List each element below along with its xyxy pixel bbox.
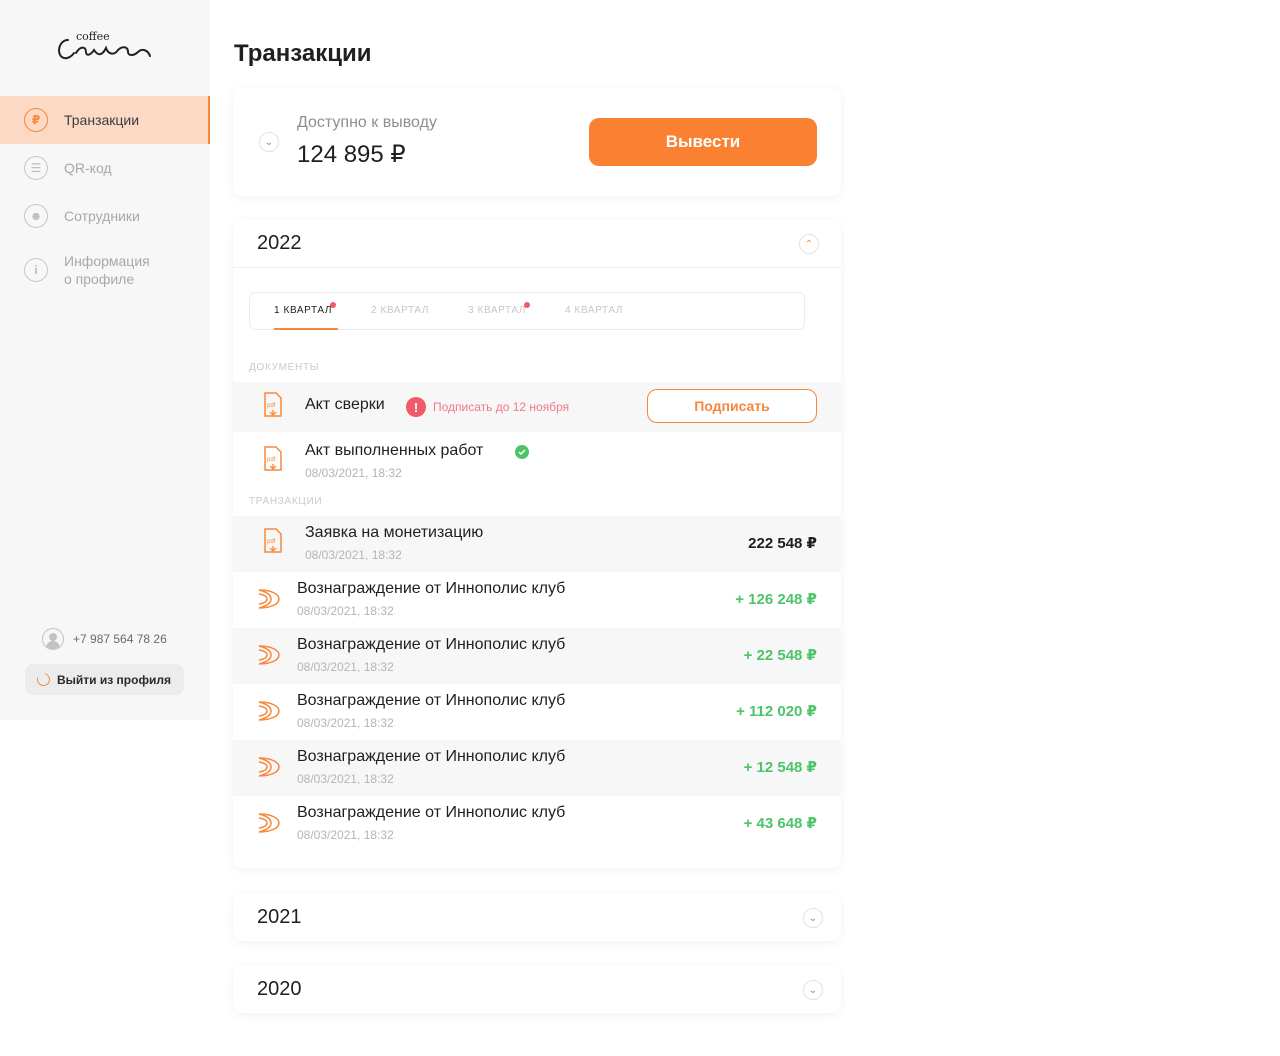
sidebar-nav: ₽ Транзакции ☰ QR-код ☻ Сотрудники i Инф… — [0, 96, 210, 300]
transaction-amount: 222 548 ₽ — [748, 535, 817, 552]
quarter-tabs: 1 КВАРТАЛ 2 КВАРТАЛ 3 КВАРТАЛ 4 КВАРТАЛ — [249, 292, 805, 330]
svg-text:pdf: pdf — [267, 539, 276, 545]
reward-logo-icon — [258, 589, 280, 609]
brand-logo[interactable]: coffee — [54, 28, 158, 64]
pdf-file-icon: pdf — [264, 446, 282, 471]
tab-quarter-2[interactable]: 2 КВАРТАЛ — [371, 305, 429, 316]
document-row[interactable]: pdf Акт выполненных работ 08/03/2021, 18… — [233, 432, 841, 488]
transaction-date: 08/03/2021, 18:32 — [297, 660, 394, 674]
tab-label: 3 КВАРТАЛ — [468, 305, 527, 316]
transaction-title: Вознаграждение от Иннополис клуб — [297, 636, 566, 653]
transaction-date: 08/03/2021, 18:32 — [297, 716, 394, 730]
transaction-row[interactable]: Вознаграждение от Иннополис клуб 08/03/2… — [233, 572, 841, 628]
tab-quarter-3[interactable]: 3 КВАРТАЛ — [468, 302, 531, 316]
year-label: 2022 — [257, 232, 302, 254]
tab-label: 2 КВАРТАЛ — [371, 305, 430, 316]
active-tab-indicator — [274, 328, 338, 330]
transaction-row[interactable]: Вознаграждение от Иннополис клуб 08/03/2… — [233, 740, 841, 796]
withdraw-button[interactable]: Вывести — [589, 118, 817, 166]
alert-dot-icon — [330, 302, 337, 308]
logout-button[interactable]: Выйти из профиля — [25, 664, 184, 695]
sidebar-item-label: Сотрудники — [64, 208, 140, 224]
tab-quarter-1[interactable]: 1 КВАРТАЛ — [274, 302, 337, 316]
svg-text:pdf: pdf — [267, 457, 276, 463]
transaction-row[interactable]: Вознаграждение от Иннополис клуб 08/03/2… — [233, 628, 841, 684]
sidebar-item-profile-info[interactable]: i Информация о профиле — [0, 240, 210, 300]
documents-section-label: ДОКУМЕНТЫ — [249, 362, 320, 373]
year-card-2020[interactable]: 2020 ⌄ — [233, 965, 841, 1013]
sidebar-item-label-line1: Информация — [64, 253, 150, 269]
warning-icon: ! — [406, 397, 426, 417]
tab-label: 1 КВАРТАЛ — [274, 305, 333, 316]
balance-amount: 124 895 ₽ — [297, 141, 406, 168]
sidebar-item-label: Транзакции — [64, 112, 140, 128]
phone-number: +7 987 564 78 26 — [73, 632, 167, 646]
transaction-row[interactable]: Вознаграждение от Иннополис клуб 08/03/2… — [233, 796, 841, 852]
sidebar-item-transactions[interactable]: ₽ Транзакции — [0, 96, 210, 144]
info-icon: i — [24, 258, 48, 282]
reward-logo-icon — [258, 813, 280, 833]
pdf-file-icon: pdf — [264, 528, 282, 553]
qr-icon: ☰ — [24, 156, 48, 180]
transaction-amount: + 126 248 ₽ — [735, 591, 817, 608]
year-header[interactable]: 2022 ⌃ — [233, 220, 841, 268]
sidebar-item-label: QR-код — [64, 160, 112, 176]
transaction-amount: + 112 020 ₽ — [736, 703, 817, 720]
sign-button[interactable]: Подписать — [647, 389, 817, 423]
sidebar-item-label-line2: о профиле — [64, 271, 135, 287]
sidebar-item-label: Информация о профиле — [64, 252, 150, 288]
cava-script-icon — [58, 39, 151, 60]
logout-icon — [34, 670, 53, 689]
transaction-amount: + 12 548 ₽ — [743, 759, 817, 776]
chevron-up-icon[interactable]: ⌃ — [799, 234, 819, 254]
transactions-section-label: ТРАНЗАКЦИИ — [249, 496, 323, 507]
year-label: 2020 — [257, 978, 302, 1000]
page-title: Транзакции — [234, 40, 372, 67]
chevron-down-icon[interactable]: ⌄ — [803, 980, 823, 1000]
transaction-date: 08/03/2021, 18:32 — [297, 772, 394, 786]
reward-logo-icon — [258, 701, 280, 721]
year-label: 2021 — [257, 906, 302, 928]
svg-text:pdf: pdf — [267, 403, 276, 409]
transaction-row[interactable]: pdf Заявка на монетизацию 08/03/2021, 18… — [233, 516, 841, 572]
chevron-down-icon[interactable]: ⌄ — [259, 132, 279, 152]
users-icon: ☻ — [24, 204, 48, 228]
reward-logo-icon — [258, 645, 280, 665]
transaction-row[interactable]: Вознаграждение от Иннополис клуб 08/03/2… — [233, 684, 841, 740]
document-row[interactable]: pdf Акт сверки ! Подписать до 12 ноября … — [233, 382, 841, 432]
tab-quarter-4[interactable]: 4 КВАРТАЛ — [565, 305, 623, 316]
transaction-title: Вознаграждение от Иннополис клуб — [297, 748, 566, 765]
profile-phone: +7 987 564 78 26 — [42, 628, 167, 650]
document-date: 08/03/2021, 18:32 — [305, 466, 402, 480]
balance-card: ⌄ Доступно к выводу 124 895 ₽ Вывести — [233, 88, 841, 196]
ruble-icon: ₽ — [24, 108, 48, 132]
document-title: Акт сверки — [305, 396, 385, 413]
transaction-date: 08/03/2021, 18:32 — [305, 548, 402, 562]
transaction-date: 08/03/2021, 18:32 — [297, 604, 394, 618]
sign-deadline-text: Подписать до 12 ноября — [433, 400, 570, 414]
avatar-icon — [42, 628, 64, 650]
sidebar-item-qr[interactable]: ☰ QR-код — [0, 144, 210, 192]
sidebar-item-employees[interactable]: ☻ Сотрудники — [0, 192, 210, 240]
tab-label: 4 КВАРТАЛ — [565, 305, 624, 316]
reward-logo-icon — [258, 757, 280, 777]
sidebar: coffee ₽ Транзакции ☰ QR-код ☻ Сотрудник… — [0, 0, 210, 720]
chevron-down-icon[interactable]: ⌄ — [803, 908, 823, 928]
transaction-title: Заявка на монетизацию — [305, 524, 484, 541]
transaction-amount: + 43 648 ₽ — [743, 815, 817, 832]
transaction-amount: + 22 548 ₽ — [743, 647, 817, 664]
balance-label: Доступно к выводу — [297, 114, 437, 131]
transaction-title: Вознаграждение от Иннополис клуб — [297, 580, 566, 597]
logout-label: Выйти из профиля — [57, 672, 171, 687]
transaction-title: Вознаграждение от Иннополис клуб — [297, 804, 566, 821]
transaction-date: 08/03/2021, 18:32 — [297, 828, 394, 842]
pdf-file-icon: pdf — [264, 392, 282, 417]
year-card-2021[interactable]: 2021 ⌄ — [233, 893, 841, 941]
transaction-title: Вознаграждение от Иннополис клуб — [297, 692, 566, 709]
document-title: Акт выполненных работ — [305, 442, 484, 459]
check-icon — [515, 445, 529, 459]
year-card-2022: 2022 ⌃ 1 КВАРТАЛ 2 КВАРТАЛ 3 КВАРТАЛ 4 К… — [233, 220, 841, 868]
alert-dot-icon — [524, 302, 531, 308]
